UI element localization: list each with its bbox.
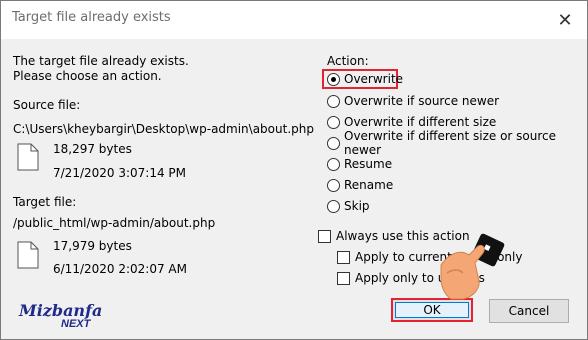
close-icon[interactable]: ✕ <box>543 1 587 39</box>
radio-label: Overwrite <box>344 72 404 86</box>
radio-button[interactable] <box>327 136 340 150</box>
radio-label: Resume <box>344 157 393 171</box>
radio-overwrite-if-newer[interactable]: Overwrite if source newer <box>327 92 499 110</box>
radio-label: Rename <box>344 178 394 192</box>
radio-overwrite-if-different-size-or-newer[interactable]: Overwrite if different size or source ne… <box>327 129 587 157</box>
radio-label: Skip <box>344 199 370 213</box>
radio-button[interactable] <box>327 157 340 171</box>
radio-label: Overwrite if source newer <box>344 94 500 108</box>
target-file-size: 17,979 bytes <box>53 239 132 253</box>
mizbanfa-logo: Mizbanfa NEXT <box>19 301 102 330</box>
cancel-button-label: Cancel <box>508 304 550 318</box>
radio-overwrite[interactable]: Overwrite <box>327 70 403 88</box>
window-title: Target file already exists <box>12 10 171 25</box>
radio-button[interactable] <box>327 199 340 213</box>
source-file-icon <box>17 143 39 171</box>
source-file-size: 18,297 bytes <box>53 142 132 156</box>
target-file-date: 6/11/2020 2:02:07 AM <box>53 262 187 276</box>
radio-button[interactable] <box>327 178 340 192</box>
logo-subtext: NEXT <box>61 318 91 330</box>
hand-pointer-icon <box>440 233 505 300</box>
title-bar[interactable]: Target file already exists ✕ <box>1 1 587 39</box>
target-file-icon <box>17 241 39 269</box>
source-file-label: Source file: <box>13 98 81 112</box>
target-file-path: /public_html/wp-admin/about.php <box>13 216 216 230</box>
radio-button-checked[interactable] <box>327 72 340 86</box>
checkbox-box[interactable] <box>337 271 350 285</box>
ok-button-face[interactable]: OK <box>395 302 469 318</box>
radio-resume[interactable]: Resume <box>327 155 392 173</box>
message-line-2: Please choose an action. <box>13 69 162 83</box>
radio-label: Overwrite if different size or source ne… <box>344 129 557 157</box>
action-label: Action: <box>327 54 369 68</box>
source-file-date: 7/21/2020 3:07:14 PM <box>53 166 187 180</box>
checkbox-box[interactable] <box>318 229 331 243</box>
radio-skip[interactable]: Skip <box>327 197 370 215</box>
message-line-1: The target file already exists. <box>13 54 189 68</box>
dialog-window: Target file already exists ✕ The target … <box>0 0 588 340</box>
radio-rename[interactable]: Rename <box>327 176 393 194</box>
target-file-label: Target file: <box>13 195 77 209</box>
radio-button[interactable] <box>327 94 340 108</box>
ok-button-label: OK <box>423 303 441 317</box>
radio-label: Overwrite if different size <box>344 115 497 129</box>
radio-button[interactable] <box>327 115 340 129</box>
checkbox-box[interactable] <box>337 250 350 264</box>
source-file-path: C:\Users\kheybargir\Desktop\wp-admin\abo… <box>13 122 314 136</box>
